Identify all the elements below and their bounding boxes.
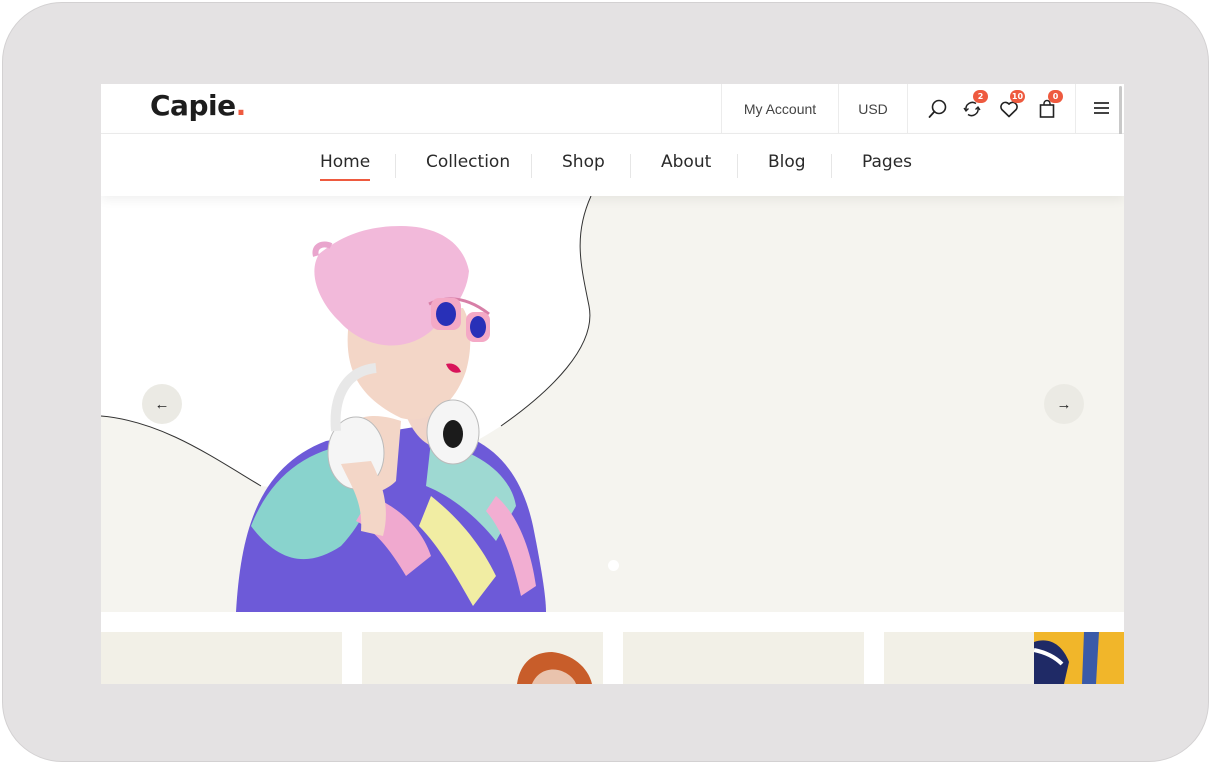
- main-navigation: Home Collection Shop About Blog Pages: [101, 134, 1124, 196]
- search-icon: [928, 99, 947, 118]
- hamburger-icon: [1094, 102, 1109, 114]
- category-card[interactable]: [362, 632, 603, 684]
- category-card-image: [1033, 632, 1124, 684]
- slider-prev-button[interactable]: ←: [142, 384, 182, 424]
- arrow-right-icon: →: [1056, 395, 1072, 413]
- arrow-left-icon: ←: [154, 395, 170, 413]
- logo-dot: .: [235, 89, 247, 122]
- menu-button[interactable]: [1075, 84, 1124, 134]
- nav-item-about[interactable]: About: [661, 152, 711, 172]
- hero-illustration: [101, 196, 592, 612]
- category-cards: [101, 632, 1124, 684]
- nav-item-collection[interactable]: Collection: [426, 152, 510, 172]
- category-card-image: [517, 652, 592, 684]
- wishlist-count-badge: 10: [1010, 90, 1025, 103]
- my-account-label: My Account: [743, 101, 817, 117]
- cart-button[interactable]: 0: [1036, 90, 1063, 120]
- nav-divider: [630, 154, 631, 178]
- nav-divider: [395, 154, 396, 178]
- search-button[interactable]: [927, 98, 949, 120]
- top-header: Capie. My Account USD 2 10 0: [101, 84, 1124, 134]
- category-card[interactable]: [623, 632, 864, 684]
- currency-label: USD: [858, 101, 888, 117]
- category-card[interactable]: [884, 632, 1124, 684]
- nav-item-blog[interactable]: Blog: [768, 152, 806, 172]
- browser-viewport: Capie. My Account USD 2 10 0 Home Collec…: [101, 84, 1124, 684]
- cart-count-badge: 0: [1048, 90, 1063, 103]
- compare-count-badge: 2: [973, 90, 988, 103]
- compare-button[interactable]: 2: [961, 90, 988, 120]
- logo-text: Capie: [150, 89, 236, 122]
- nav-item-shop[interactable]: Shop: [562, 152, 605, 172]
- site-logo[interactable]: Capie.: [150, 89, 246, 122]
- header-icons: 2 10 0: [907, 84, 1075, 134]
- nav-item-pages[interactable]: Pages: [862, 152, 912, 172]
- wishlist-button[interactable]: 10: [998, 90, 1025, 120]
- category-card[interactable]: [101, 632, 342, 684]
- nav-divider: [737, 154, 738, 178]
- my-account-link[interactable]: My Account: [721, 84, 838, 134]
- nav-divider: [831, 154, 832, 178]
- slider-next-button[interactable]: →: [1044, 384, 1084, 424]
- slider-dot[interactable]: [608, 560, 619, 571]
- hero-slider: ← →: [101, 196, 1124, 612]
- nav-item-home[interactable]: Home: [320, 152, 371, 181]
- currency-selector[interactable]: USD: [838, 84, 907, 134]
- nav-divider: [531, 154, 532, 178]
